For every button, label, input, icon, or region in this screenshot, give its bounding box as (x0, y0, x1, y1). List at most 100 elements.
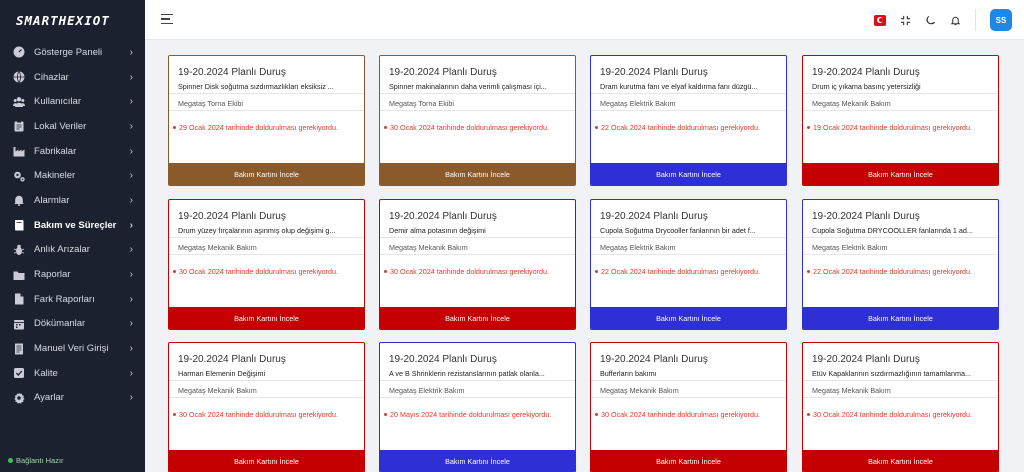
chevron-right-icon: › (129, 120, 133, 132)
card-team: Megataş Torna Ekibi (178, 99, 243, 108)
card-divider (591, 397, 786, 398)
file-icon (12, 293, 25, 306)
maintenance-card: 19-20.2024 Planlı Duruş Harman Elemenin D… (168, 342, 365, 472)
inspect-card-button[interactable]: Bakım Kartını İncele (803, 163, 998, 185)
card-due-text: 20 Mayıs 2024 tarihinde doldurulması ger… (390, 410, 552, 419)
card-divider (803, 237, 998, 238)
language-button[interactable] (874, 14, 886, 26)
user-avatar[interactable]: SS (990, 9, 1012, 31)
sidebar-item-kullan-c-lar[interactable]: Kullanıcılar › (0, 89, 145, 114)
maintenance-card: 19-20.2024 Planlı Duruş Bufferların bakım… (590, 342, 787, 472)
due-dot-icon (595, 413, 598, 416)
chevron-right-icon: › (129, 392, 133, 404)
notifications-button[interactable] (949, 14, 961, 26)
card-divider (803, 93, 998, 94)
fullscreen-button[interactable] (899, 14, 911, 26)
sidebar-item-g-sterge-paneli[interactable]: Gösterge Paneli › (0, 40, 145, 65)
maintenance-card: 19-20.2024 Planlı Duruş Spinner makinalar… (379, 55, 576, 186)
card-title: 19-20.2024 Planlı Duruş (389, 67, 497, 78)
inspect-card-button[interactable]: Bakım Kartını İncele (169, 163, 364, 185)
hamburger-icon[interactable] (161, 14, 173, 26)
card-description: Etüv Kapaklarının sızdırmazlığının tamam… (812, 369, 971, 378)
check-square-icon (12, 367, 25, 380)
card-title: 19-20.2024 Planlı Duruş (178, 67, 286, 78)
sidebar-item-fabrikalar[interactable]: Fabrikalar › (0, 139, 145, 164)
card-title: 19-20.2024 Planlı Duruş (812, 211, 920, 222)
book-icon (12, 219, 25, 232)
card-divider (169, 254, 364, 255)
sidebar-item-label: Anlık Arızalar (34, 244, 90, 256)
maintenance-card: 19-20.2024 Planlı Duruş Demir alma potası… (379, 199, 576, 330)
inspect-card-button[interactable]: Bakım Kartını İncele (380, 163, 575, 185)
card-due-date: 29 Ocak 2024 tarihinde doldurulması gere… (173, 123, 338, 132)
card-team: Megataş Mekanik Bakım (389, 243, 468, 252)
card-divider (803, 380, 998, 381)
sidebar-item-alarmlar[interactable]: Alarmlar › (0, 188, 145, 213)
topbar-divider (975, 9, 976, 31)
sidebar-item-label: Ayarlar (34, 392, 64, 404)
maintenance-card: 19-20.2024 Planlı Duruş Cupola Soğutma Dr… (590, 199, 787, 330)
card-divider (169, 397, 364, 398)
chevron-right-icon: › (129, 219, 133, 231)
inspect-card-button[interactable]: Bakım Kartını İncele (591, 163, 786, 185)
due-dot-icon (807, 270, 810, 273)
calendar-icon (12, 317, 25, 330)
document-icon (12, 342, 25, 355)
card-team: Megataş Torna Ekibi (389, 99, 454, 108)
sidebar-item-bak-m-ve-s-re-ler[interactable]: Bakım ve Süreçler › (0, 213, 145, 238)
sidebar-item-manuel-veri-giri-i[interactable]: Manuel Veri Girişi › (0, 336, 145, 361)
card-description: Spinner Disk soğutma sızdırmazlıkları ek… (178, 82, 334, 91)
inspect-card-button[interactable]: Bakım Kartını İncele (169, 450, 364, 472)
card-due-date: 22 Ocak 2024 tarihinde doldurulması gere… (807, 267, 972, 276)
inspect-card-button[interactable]: Bakım Kartını İncele (591, 450, 786, 472)
card-description: A ve B Shrinklerin rezistanslarının patl… (389, 369, 545, 378)
inspect-card-button[interactable]: Bakım Kartını İncele (169, 307, 364, 329)
globe-icon (12, 71, 25, 84)
card-team: Megataş Mekanik Bakım (178, 243, 257, 252)
card-description: Cupola Soğutma Drycooller fanlarının bir… (600, 226, 756, 235)
bell-icon (12, 194, 25, 207)
sidebar-item-anl-k-ar-zalar[interactable]: Anlık Arızalar › (0, 238, 145, 263)
due-dot-icon (595, 270, 598, 273)
inspect-card-button[interactable]: Bakım Kartını İncele (803, 450, 998, 472)
theme-toggle-button[interactable] (924, 14, 936, 26)
connection-status: Bağlantı Hazır (8, 456, 64, 465)
card-description: Cupola Soğutma DRYCOOLLER fanlarında 1 a… (812, 226, 973, 235)
sidebar-item-lokal-veriler[interactable]: Lokal Veriler › (0, 114, 145, 139)
maintenance-card: 19-20.2024 Planlı Duruş A ve B Shrinkleri… (379, 342, 576, 472)
sidebar-item-d-k-manlar[interactable]: Dökümanlar › (0, 312, 145, 337)
card-due-text: 22 Ocak 2024 tarihinde doldurulması gere… (601, 267, 761, 276)
card-divider (591, 380, 786, 381)
chevron-right-icon: › (129, 343, 133, 355)
card-due-date: 30 Ocak 2024 tarihinde doldurulması gere… (173, 410, 338, 419)
sidebar-item-raporlar[interactable]: Raporlar › (0, 262, 145, 287)
sidebar-item-label: Lokal Veriler (34, 120, 87, 132)
maintenance-card: 19-20.2024 Planlı Duruş Cupola Soğutma DR… (802, 199, 999, 330)
chevron-right-icon: › (129, 71, 133, 83)
card-divider (803, 397, 998, 398)
sidebar-item-makineler[interactable]: Makineler › (0, 163, 145, 188)
chevron-right-icon: › (129, 194, 133, 206)
turkey-flag-icon (874, 14, 886, 26)
sidebar-item-ayarlar[interactable]: Ayarlar › (0, 386, 145, 411)
inspect-card-button[interactable]: Bakım Kartını İncele (803, 307, 998, 329)
card-due-text: 30 Ocak 2024 tarihinde doldurulması gere… (601, 410, 761, 419)
maintenance-card: 19-20.2024 Planlı Duruş Dram kurutma fanı… (590, 55, 787, 186)
sidebar-item-label: Fark Raporları (34, 293, 95, 305)
inspect-card-button[interactable]: Bakım Kartını İncele (380, 450, 575, 472)
users-icon (12, 95, 25, 108)
inspect-card-button[interactable]: Bakım Kartını İncele (380, 307, 575, 329)
card-description: Demir alma potasının değişimi (389, 226, 486, 235)
sidebar-item-label: Cihazlar (34, 71, 69, 83)
sidebar-item-cihazlar[interactable]: Cihazlar › (0, 65, 145, 90)
card-title: 19-20.2024 Planlı Duruş (178, 211, 286, 222)
status-dot-icon (8, 458, 13, 463)
sidebar-item-kalite[interactable]: Kalite › (0, 361, 145, 386)
compress-icon (900, 15, 910, 25)
card-divider (591, 110, 786, 111)
card-divider (169, 237, 364, 238)
chevron-right-icon: › (129, 46, 133, 58)
inspect-card-button[interactable]: Bakım Kartını İncele (591, 307, 786, 329)
card-divider (380, 93, 575, 94)
sidebar-item-fark-raporlar-[interactable]: Fark Raporları › (0, 287, 145, 312)
